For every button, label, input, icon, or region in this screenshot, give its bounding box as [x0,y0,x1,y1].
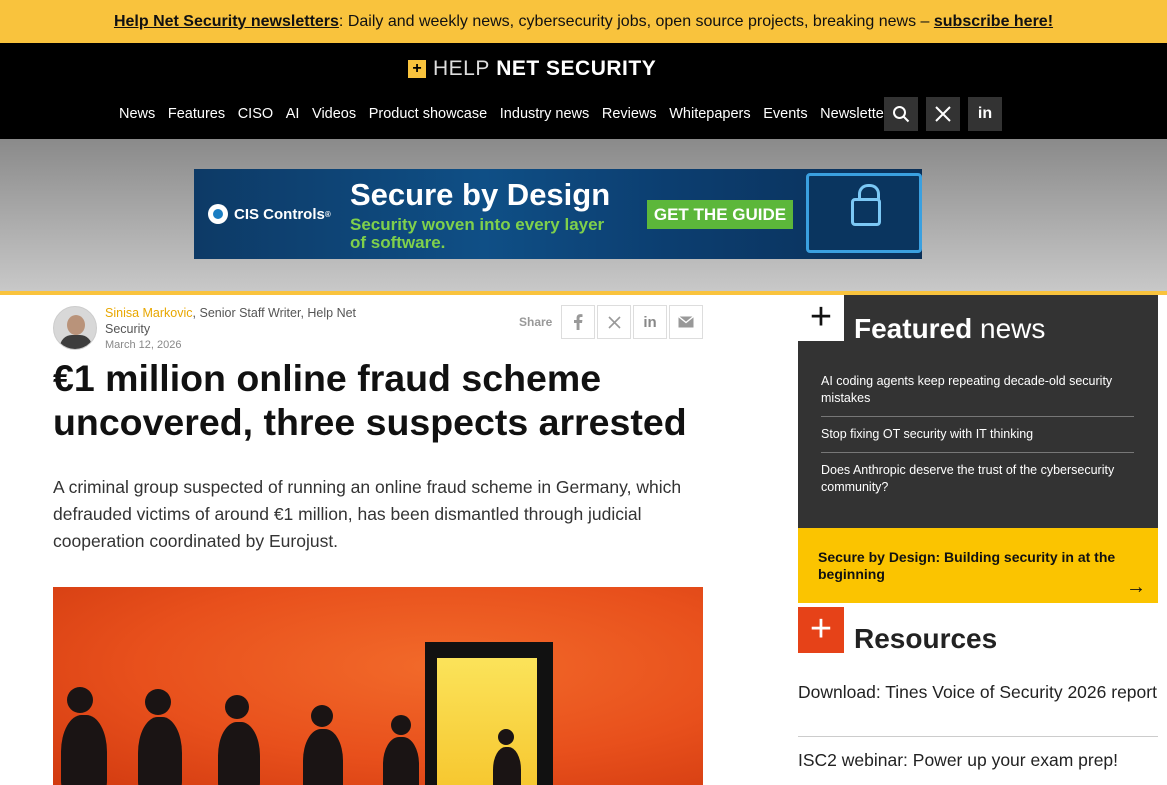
promo-card[interactable]: Secure by Design: Building security in a… [798,528,1158,603]
nav-events[interactable]: Events [763,106,807,122]
featured-title: Featured news [854,313,1045,345]
resources-title: Resources [854,623,998,654]
nav-videos[interactable]: Videos [312,106,356,122]
logo-security: SECURITY [546,57,657,80]
featured-item[interactable]: AI coding agents keep repeating decade-o… [821,373,1134,417]
logo-plus-icon: + [408,60,426,78]
cis-icon [208,204,228,224]
byline: Sinisa Markovic, Senior Staff Writer, He… [105,305,385,337]
ad-banner[interactable]: CIS Controls ® Secure by Design Security … [194,169,922,259]
share-facebook-button[interactable] [561,305,595,339]
plus-icon: + [798,295,844,341]
ad-subtitle: Security woven into every layer of softw… [350,215,605,252]
nav-news[interactable]: News [119,106,155,122]
article-hero-image [53,587,703,785]
author-avatar[interactable] [53,306,97,350]
logo-help: HELP [433,57,490,80]
ad-title: Secure by Design [350,177,611,212]
article-date: March 12, 2026 [105,339,182,351]
share-email-button[interactable] [669,305,703,339]
lock-icon [851,184,881,226]
ad-brand-mark: ® [324,209,331,219]
subscribe-link[interactable]: subscribe here! [934,13,1053,31]
share-linkedin-button[interactable]: in [633,305,667,339]
featured-title-bold: Featured [854,313,973,344]
featured-item[interactable]: Does Anthropic deserve the trust of the … [821,462,1134,505]
nav-features[interactable]: Features [168,106,225,122]
x-icon [935,106,951,122]
linkedin-button[interactable]: in [968,97,1002,131]
share-x-button[interactable] [597,305,631,339]
mail-icon [678,316,694,328]
arrow-right-icon: → [1126,576,1146,598]
featured-list: AI coding agents keep repeating decade-o… [821,373,1134,514]
linkedin-icon: in [977,105,993,122]
site-logo[interactable]: + HELP NET SECURITY [408,57,657,80]
newsletters-link[interactable]: Help Net Security newsletters [114,13,339,31]
nav-ai[interactable]: AI [286,106,300,122]
resource-link[interactable]: ISC2 webinar: Power up your exam prep! [798,749,1158,771]
featured-title-rest: news [972,313,1046,344]
featured-news-panel: + Featured news AI coding agents keep re… [798,295,1158,528]
article-headline: €1 million online fraud scheme uncovered… [53,357,687,443]
nav-industry-news[interactable]: Industry news [500,106,589,122]
search-icon [893,106,910,123]
share-label: Share [519,315,553,329]
facebook-icon [574,314,583,330]
resources-header: + Resources [798,607,1158,654]
x-button[interactable] [926,97,960,131]
site-header: + HELP NET SECURITY News Features CISO A… [0,43,1167,139]
resource-link[interactable]: Download: Tines Voice of Security 2026 r… [798,681,1158,703]
ad-brand: CIS Controls [234,205,325,223]
cis-controls-logo: CIS Controls ® [208,204,331,224]
laptop-lock-illustration [806,173,922,253]
newsletter-bar: Help Net Security newsletters : Daily an… [0,0,1167,43]
linkedin-icon: in [643,313,657,331]
featured-item[interactable]: Stop fixing OT security with IT thinking [821,426,1134,453]
x-icon [607,315,621,329]
plus-icon: + [798,607,844,653]
doorway-illustration [425,642,553,785]
nav-reviews[interactable]: Reviews [602,106,657,122]
nav-ciso[interactable]: CISO [238,106,273,122]
ad-zone: CIS Controls ® Secure by Design Security … [0,139,1167,291]
logo-net: NET [489,57,547,80]
search-button[interactable] [884,97,918,131]
promo-text: Secure by Design: Building security in a… [818,549,1116,582]
author-link[interactable]: Sinisa Markovic [105,306,193,320]
nav-whitepapers[interactable]: Whitepapers [669,106,750,122]
main-nav: News Features CISO AI Videos Product sho… [119,98,909,130]
nav-product-showcase[interactable]: Product showcase [369,106,487,122]
ad-cta-button[interactable]: GET THE GUIDE [647,200,793,229]
resource-divider [798,736,1158,737]
newsletter-bar-text: : Daily and weekly news, cybersecurity j… [338,12,934,30]
article-lede: A criminal group suspected of running an… [53,477,682,551]
